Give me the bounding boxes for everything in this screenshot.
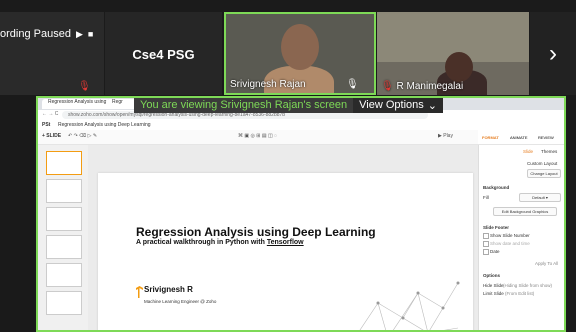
resume-recording-icon[interactable]: ▶: [76, 29, 83, 40]
slide-thumbnail[interactable]: [46, 151, 82, 175]
screen-share-banner: You are viewing Srivignesh Rajan's scree…: [134, 98, 443, 113]
browser-tab[interactable]: Regression Analysis using Dee ×: [42, 99, 110, 109]
slide-thumbnail[interactable]: [46, 179, 82, 203]
slide-footer-heading: Slide Footer: [483, 225, 510, 230]
date-time-label: Show date and time: [490, 241, 530, 246]
insert-tools-icon[interactable]: ⌘ ▣ ◎ ⊞ ▤ ◫ ◌: [238, 133, 277, 139]
slide-thumbnail[interactable]: [46, 235, 82, 259]
participant-name: Cse4 PSG: [132, 47, 195, 62]
subtab-themes[interactable]: Themes: [541, 149, 557, 154]
slide-thumbnail[interactable]: [46, 291, 82, 315]
view-options-button[interactable]: View Options ⌄: [353, 98, 443, 113]
hide-slide-label[interactable]: Hide Slide: [483, 283, 504, 288]
show-slide-number-label: Show Slide Number: [490, 233, 530, 238]
edit-background-button[interactable]: Edit Background Graphics: [493, 207, 557, 216]
mic-muted-icon: 🎙: [381, 81, 394, 92]
shared-screen[interactable]: Regression Analysis using Dee × Regr ← →…: [36, 96, 566, 332]
date-checkbox[interactable]: [483, 249, 489, 255]
participant-strip: ording Paused ▶ ■ 🎙 Cse4 PSG Srivignesh …: [0, 0, 576, 95]
apply-to-all-link[interactable]: Apply To All: [535, 261, 558, 266]
app-title: PSt: [42, 122, 51, 128]
tab-format[interactable]: FORMAT: [482, 135, 499, 140]
change-layout-button[interactable]: Change Layout: [527, 169, 561, 178]
nav-arrows-icon[interactable]: ← → C: [42, 111, 58, 117]
participant-tile-psg[interactable]: Cse4 PSG: [105, 12, 222, 95]
undo-icon[interactable]: ↶ ↷ ⌫ ▷ ✎: [68, 133, 97, 139]
properties-panel: Slide Themes Custom Layout Change Layout…: [478, 145, 564, 330]
custom-layout-label: Custom Layout: [527, 161, 558, 166]
participant-name-text: R Manimegalai: [396, 81, 464, 92]
view-options-label: View Options: [359, 99, 424, 111]
tab-animate[interactable]: ANIMATE: [510, 135, 527, 140]
chevron-down-icon: ⌄: [427, 99, 437, 112]
slide-thumbnail[interactable]: [46, 207, 82, 231]
property-tabs: FORMAT ANIMATE REVIEW: [478, 130, 564, 144]
background-heading: Background: [483, 185, 510, 190]
slide[interactable]: Regression Analysis using Deep Learning …: [98, 173, 473, 330]
fill-select[interactable]: Default ▾: [519, 193, 561, 202]
date-label: Date: [490, 249, 500, 254]
stop-recording-icon[interactable]: ■: [88, 29, 93, 39]
author-role[interactable]: Machine Learning Engineer @ Zoho: [144, 299, 216, 304]
document-title[interactable]: Regression Analysis using Deep Learning: [58, 122, 151, 128]
slide-thumbnail[interactable]: [46, 263, 82, 287]
participant-name: Srivignesh Rajan: [230, 79, 306, 90]
fill-label: Fill: [483, 195, 489, 200]
participant-name: 🎙 R Manimegalai: [381, 81, 463, 92]
tensorflow-logo-icon: [136, 286, 143, 298]
network-graphic-icon: [359, 281, 460, 330]
slide-subtitle-text: A practical walkthrough in Python with: [136, 239, 267, 246]
browser-tab[interactable]: Regr: [106, 99, 136, 109]
date-time-checkbox[interactable]: [483, 241, 489, 247]
slide-title[interactable]: Regression Analysis using Deep Learning: [136, 225, 376, 239]
recording-tile: ording Paused ▶ ■ 🎙: [0, 12, 104, 95]
slide-subtitle[interactable]: A practical walkthrough in Python with T…: [136, 239, 304, 246]
hide-slide-detail: (Hiding Slide from show): [503, 283, 553, 288]
screen-share-text: You are viewing Srivignesh Rajan's scree…: [140, 99, 348, 111]
show-slide-number-checkbox[interactable]: [483, 233, 489, 239]
recording-status[interactable]: ording Paused ▶ ■: [0, 28, 93, 40]
play-button[interactable]: ▶ Play: [438, 133, 453, 139]
subtab-slide[interactable]: Slide: [523, 149, 533, 154]
author-name[interactable]: Srivignesh R: [144, 285, 193, 294]
recording-status-label: ording Paused: [0, 28, 71, 40]
slide-canvas: Regression Analysis using Deep Learning …: [88, 145, 478, 330]
slide-subtitle-link[interactable]: Tensorflow: [267, 239, 304, 246]
add-slide-button[interactable]: + SLIDE: [42, 133, 61, 139]
mic-muted-icon: 🎙: [78, 81, 91, 92]
slide-thumbnails: [38, 145, 89, 330]
tab-review[interactable]: REVIEW: [538, 135, 554, 140]
participant-head: [445, 52, 473, 82]
limit-slide-detail: (From Edit list): [505, 291, 535, 296]
participant-tile-manimegalai[interactable]: 🎙 R Manimegalai: [377, 12, 529, 95]
mic-icon: 🎙: [346, 79, 359, 90]
chevron-right-icon: ›: [549, 39, 557, 67]
participant-tile-speaker[interactable]: Srivignesh Rajan 🎙: [224, 12, 376, 95]
next-page-button[interactable]: ›: [530, 12, 576, 95]
limit-slide-label[interactable]: Limit Slide: [483, 291, 504, 296]
options-heading: Options: [483, 273, 500, 278]
speaker-head: [281, 24, 319, 70]
